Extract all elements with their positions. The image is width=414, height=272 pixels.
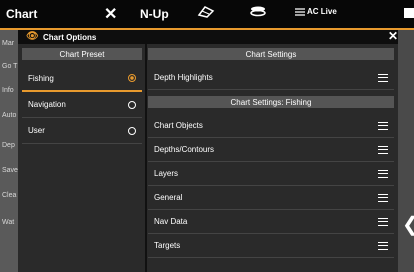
top-bar: Chart ✕ N-Up AC Live: [0, 0, 414, 28]
hidden-menu-item[interactable]: Go T: [2, 63, 17, 71]
preset-navigation[interactable]: Navigation: [22, 92, 142, 118]
hidden-menu-item[interactable]: Wat: [2, 219, 14, 227]
radio-selected-icon: [128, 74, 136, 82]
fishing-settings-header: Chart Settings: Fishing: [148, 96, 394, 108]
preset-header: Chart Preset: [22, 48, 142, 60]
row-label: Depths/Contours: [154, 145, 215, 154]
right-edge-panel: ❮: [398, 30, 414, 272]
submenu-icon: [378, 73, 388, 82]
nup-button[interactable]: N-Up: [140, 7, 169, 21]
preset-fishing[interactable]: Fishing: [22, 66, 142, 92]
hidden-menu-item[interactable]: Info: [2, 87, 14, 95]
layers-row[interactable]: Layers: [148, 162, 394, 186]
row-label: Targets: [154, 241, 181, 250]
preset-label: Navigation: [28, 100, 66, 109]
ac-live-label: AC Live: [307, 7, 337, 16]
eye-icon: 👁: [26, 31, 39, 42]
preset-label: Fishing: [28, 73, 54, 83]
dialog-title: Chart Options: [43, 33, 97, 42]
row-label: Chart Objects: [154, 121, 203, 130]
submenu-icon: [378, 121, 388, 130]
general-row[interactable]: General: [148, 186, 394, 210]
row-label: General: [154, 193, 183, 202]
submenu-icon: [378, 169, 388, 178]
page-indicator-icon[interactable]: [404, 8, 414, 18]
hidden-menu-item[interactable]: Auto: [2, 112, 16, 120]
hidden-menu-item[interactable]: Save: [2, 167, 18, 175]
layers-icon[interactable]: [250, 6, 266, 21]
row-label: Layers: [154, 169, 179, 178]
hidden-menu-item[interactable]: Clea: [2, 192, 16, 200]
hidden-menu-item[interactable]: Mar: [2, 40, 14, 48]
hidden-menu-item[interactable]: Dep: [2, 142, 15, 150]
chevron-left-icon[interactable]: ❮: [402, 212, 414, 237]
preset-label: User: [28, 126, 45, 135]
column-divider: [145, 44, 147, 272]
chart-options-dialog: 👁 Chart Options ✕ Chart Preset Fishing N…: [18, 29, 398, 272]
submenu-icon: [378, 193, 388, 202]
radio-icon: [128, 126, 136, 135]
submenu-icon: [378, 145, 388, 154]
hidden-left-menu: Mar Go T Info Auto Dep Save Clea Wat: [0, 30, 18, 272]
ac-live-icon: [295, 7, 305, 16]
submenu-icon: [378, 217, 388, 226]
submenu-icon: [378, 241, 388, 250]
targets-row[interactable]: Targets: [148, 234, 394, 258]
row-label: Depth Highlights: [154, 73, 213, 82]
settings-column: Chart Settings Depth Highlights Chart Se…: [148, 48, 394, 258]
row-label: Nav Data: [154, 217, 188, 226]
depths-contours-row[interactable]: Depths/Contours: [148, 138, 394, 162]
ac-live-button[interactable]: AC Live: [295, 7, 337, 16]
dialog-header: 👁 Chart Options ✕: [18, 29, 398, 44]
chart-tab-title[interactable]: Chart: [6, 7, 37, 21]
depth-highlights-row[interactable]: Depth Highlights: [148, 66, 394, 90]
preset-column: Chart Preset Fishing Navigation User: [22, 48, 142, 144]
close-icon[interactable]: ✕: [388, 29, 398, 43]
chart-objects-row[interactable]: Chart Objects: [148, 114, 394, 138]
radio-icon: [128, 100, 136, 109]
fish-icon[interactable]: [197, 5, 215, 22]
close-icon[interactable]: ✕: [104, 4, 117, 24]
chart-settings-header: Chart Settings: [148, 48, 394, 60]
preset-user[interactable]: User: [22, 118, 142, 144]
nav-data-row[interactable]: Nav Data: [148, 210, 394, 234]
